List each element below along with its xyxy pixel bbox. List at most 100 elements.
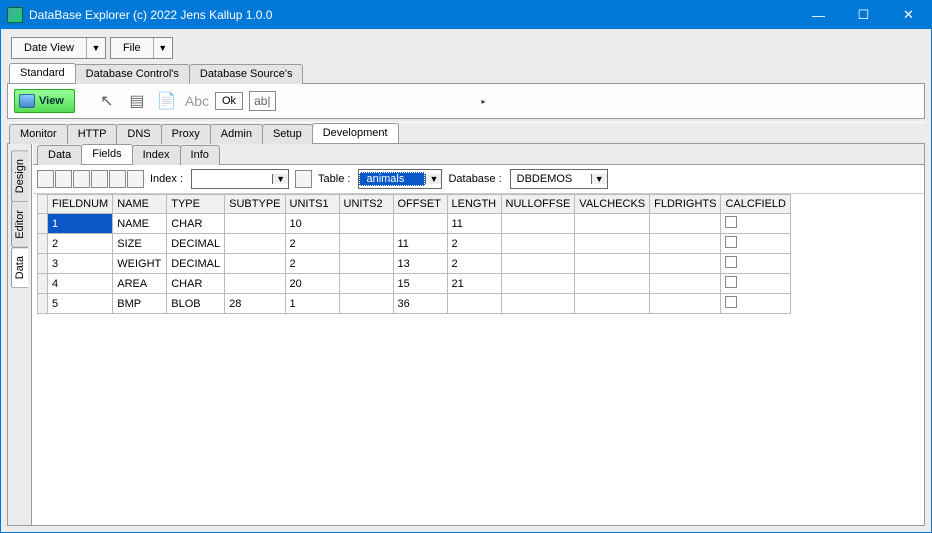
cell-subtype[interactable] [225,234,285,254]
dropdown-icon[interactable]: ▼ [154,43,172,53]
cell-units2[interactable] [339,214,393,234]
checkbox[interactable] [725,216,737,228]
cell-units1[interactable]: 20 [285,274,339,294]
itab-info[interactable]: Info [180,145,220,165]
subtab-dns[interactable]: DNS [116,124,161,144]
cell-name[interactable]: AREA [113,274,167,294]
cell-fldrights[interactable] [650,294,721,314]
cell-length[interactable] [447,294,501,314]
checkbox[interactable] [725,236,737,248]
col-calcfield[interactable]: CALCFIELD [721,195,791,214]
cell-type[interactable]: BLOB [167,294,225,314]
cell-units2[interactable] [339,274,393,294]
cell-calcfield[interactable] [721,274,791,294]
subtab-admin[interactable]: Admin [210,124,263,144]
cell-units1[interactable]: 10 [285,214,339,234]
cell-offset[interactable]: 36 [393,294,447,314]
row-selector[interactable] [38,214,48,234]
cell-name[interactable]: NAME [113,214,167,234]
cell-fldrights[interactable] [650,254,721,274]
cell-fldrights[interactable] [650,214,721,234]
table-row[interactable]: 5BMPBLOB28136 [38,294,791,314]
cell-subtype[interactable] [225,254,285,274]
cell-valchecks[interactable] [575,214,650,234]
table-row[interactable]: 1NAMECHAR1011 [38,214,791,234]
itab-fields[interactable]: Fields [81,144,132,164]
form-icon[interactable]: ▤ [125,89,149,113]
cell-calcfield[interactable] [721,214,791,234]
view-button[interactable]: View [14,89,75,113]
cell-length[interactable]: 21 [447,274,501,294]
subtab-development[interactable]: Development [312,123,399,143]
cell-fldrights[interactable] [650,234,721,254]
dropdown-icon[interactable]: ▼ [591,174,607,184]
table-row[interactable]: 2SIZEDECIMAL2112 [38,234,791,254]
cell-units1[interactable]: 2 [285,234,339,254]
cell-length[interactable]: 2 [447,254,501,274]
cell-fieldnum[interactable]: 5 [48,294,113,314]
cell-calcfield[interactable] [721,254,791,274]
cell-offset[interactable]: 11 [393,234,447,254]
col-length[interactable]: LENGTH [447,195,501,214]
abc-label[interactable]: Abc [185,93,209,109]
col-name[interactable]: NAME [113,195,167,214]
cell-units2[interactable] [339,234,393,254]
subtab-proxy[interactable]: Proxy [161,124,211,144]
col-type[interactable]: TYPE [167,195,225,214]
checkbox[interactable] [725,296,737,308]
dropdown-icon[interactable]: ▼ [425,174,441,184]
cell-offset[interactable]: 13 [393,254,447,274]
ok-button[interactable]: Ok [215,92,243,110]
menu-date-view[interactable]: Date View ▼ [11,37,106,59]
cell-name[interactable]: SIZE [113,234,167,254]
cell-subtype[interactable] [225,274,285,294]
cell-fieldnum[interactable]: 3 [48,254,113,274]
cell-length[interactable]: 11 [447,214,501,234]
col-units1[interactable]: UNITS1 [285,195,339,214]
cell-name[interactable]: WEIGHT [113,254,167,274]
checkbox[interactable] [725,256,737,268]
cell-units2[interactable] [339,254,393,274]
col-nulloffse[interactable]: NULLOFFSE [501,195,575,214]
nav-last-button[interactable] [91,170,108,188]
nav-prev-button[interactable] [55,170,72,188]
dropdown-icon[interactable]: ▼ [272,174,288,184]
itab-index[interactable]: Index [132,145,181,165]
maximize-button[interactable]: ☐ [841,1,886,29]
cell-type[interactable]: CHAR [167,274,225,294]
menu-file[interactable]: File ▼ [110,37,173,59]
database-select[interactable]: DBDEMOS ▼ [510,169,608,189]
index-select[interactable]: ▼ [191,169,289,189]
row-selector[interactable] [38,294,48,314]
cell-nulloffse[interactable] [501,294,575,314]
dropdown-icon[interactable]: ▼ [87,43,105,53]
cell-offset[interactable] [393,214,447,234]
cell-length[interactable]: 2 [447,234,501,254]
cell-offset[interactable]: 15 [393,274,447,294]
cell-calcfield[interactable] [721,234,791,254]
cell-fldrights[interactable] [650,274,721,294]
tab-db-controls[interactable]: Database Control's [75,64,190,84]
row-selector[interactable] [38,234,48,254]
report-icon[interactable]: 📄 [155,89,179,113]
vtab-editor[interactable]: Editor [11,201,28,248]
row-selector[interactable] [38,254,48,274]
cell-fieldnum[interactable]: 1 [48,214,113,234]
col-subtype[interactable]: SUBTYPE [225,195,285,214]
cell-units2[interactable] [339,294,393,314]
cell-nulloffse[interactable] [501,254,575,274]
cell-valchecks[interactable] [575,294,650,314]
cell-valchecks[interactable] [575,254,650,274]
minimize-button[interactable]: — [796,1,841,29]
col-offset[interactable]: OFFSET [393,195,447,214]
cell-fieldnum[interactable]: 4 [48,274,113,294]
tab-standard[interactable]: Standard [9,63,76,83]
col-fieldnum[interactable]: FIELDNUM [48,195,113,214]
cell-type[interactable]: DECIMAL [167,254,225,274]
cell-name[interactable]: BMP [113,294,167,314]
table-row[interactable]: 3WEIGHTDECIMAL2132 [38,254,791,274]
cell-subtype[interactable]: 28 [225,294,285,314]
pointer-icon[interactable]: ↖ [95,89,119,113]
ab-edit-button[interactable]: ab| [249,91,275,111]
nav-next-button[interactable] [73,170,90,188]
